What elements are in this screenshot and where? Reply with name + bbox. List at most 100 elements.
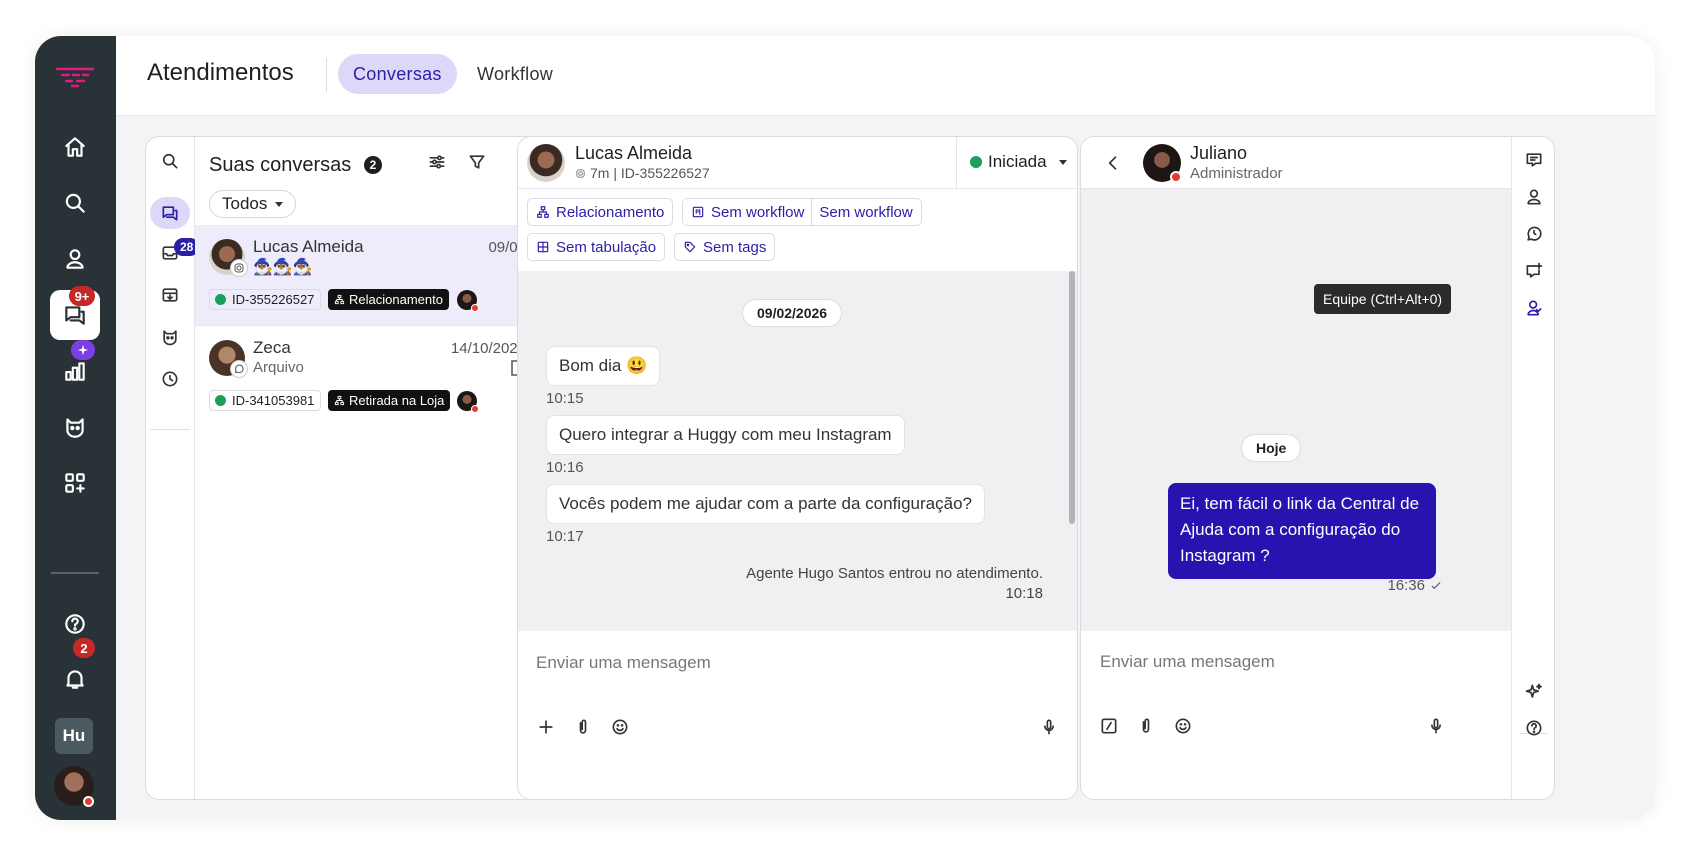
workflow-label: Relacionamento (349, 292, 443, 307)
emoji-button[interactable] (608, 715, 632, 739)
app-window: 9+ 2 Hu Atendimentos Conversas Workflow … (35, 36, 1655, 820)
strip-archive-button[interactable] (150, 279, 190, 311)
table-icon (537, 241, 549, 253)
instagram-icon (230, 259, 248, 277)
agent-status-dot (471, 304, 479, 312)
tag-divider (811, 199, 813, 225)
ai-assistant-button[interactable] (1521, 679, 1547, 705)
slash-command-button[interactable] (1097, 714, 1121, 738)
workflow-tag-label: Sem workflow (711, 203, 805, 221)
workflow-label: Retirada na Loja (349, 393, 445, 408)
strip-bot-button[interactable] (150, 321, 190, 353)
voice-button[interactable] (1037, 715, 1061, 739)
emoji-button[interactable] (1171, 714, 1195, 738)
microphone-icon (1431, 718, 1441, 734)
strip-search-button[interactable] (150, 145, 190, 177)
back-button[interactable] (1100, 150, 1126, 176)
check-icon (1431, 581, 1441, 589)
attach-button[interactable] (571, 715, 595, 739)
attach-button[interactable] (1134, 714, 1158, 738)
agent-role: Administrador (1190, 165, 1283, 182)
conversation-name: Zeca (253, 338, 291, 357)
status-select[interactable]: Iniciada (970, 152, 1067, 172)
kanban-icon (692, 206, 704, 218)
sparkle-badge (71, 340, 95, 360)
settings-filter-button[interactable] (424, 149, 450, 175)
bot-icon (163, 330, 177, 346)
notes-icon (1526, 153, 1542, 167)
strip-my-conversations-button[interactable] (150, 197, 190, 229)
message-time: 10:15 (546, 390, 584, 407)
apps-icon (65, 473, 85, 493)
message-time: 10:16 (546, 459, 584, 476)
conversation-id-chip: ID-355226527 (209, 289, 322, 310)
filter-select-value: Todos (222, 194, 268, 213)
bell-icon (66, 670, 84, 689)
system-note-time: 10:18 (1005, 585, 1043, 602)
sparkles-icon (1525, 683, 1542, 698)
status-dot (970, 156, 982, 168)
relationship-tag[interactable]: Relacionamento (527, 198, 674, 226)
team-tooltip: Equipe (Ctrl+Alt+0) (1314, 284, 1452, 314)
new-chat-button[interactable] (1521, 258, 1547, 284)
chevron-down-icon (1058, 159, 1067, 165)
workflow-stage-label[interactable]: Sem workflow (819, 204, 912, 221)
internal-chat-header: Juliano Administrador (1081, 137, 1511, 189)
top-bar: Atendimentos Conversas Workflow (116, 36, 1655, 116)
contact-info-button[interactable] (1521, 184, 1547, 210)
help-button[interactable] (1521, 715, 1547, 741)
team-button[interactable] (1521, 295, 1547, 321)
conversations-title: Suas conversas (209, 154, 352, 176)
chat-panel: Lucas Almeida 7m | ID-355226527 Iniciada… (517, 136, 1078, 800)
date-divider: Hoje (1241, 434, 1302, 462)
rail-contacts-button[interactable] (50, 234, 100, 284)
workspace-avatar[interactable]: Hu (55, 718, 93, 754)
plus-icon (539, 720, 553, 734)
conversation-name: Lucas Almeida (253, 237, 364, 256)
conversation-item-lucas[interactable]: Lucas Almeida 🧙🏾‍♂️🧙🏾‍♂️🧙🏾‍♂️ 09/02 ID-3… (195, 225, 538, 325)
rail-home-button[interactable] (50, 122, 100, 172)
conversation-id: ID-341053981 (232, 393, 315, 408)
chat-header: Lucas Almeida 7m | ID-355226527 Iniciada (518, 137, 1077, 189)
sparkle-icon (77, 344, 89, 356)
hierarchy-icon (334, 395, 345, 406)
chart-icon (65, 362, 85, 381)
voice-button[interactable] (1424, 714, 1448, 738)
strip-divider (150, 429, 190, 430)
chat-scrollbar[interactable] (1069, 271, 1075, 524)
home-icon (65, 137, 85, 157)
microphone-icon (1044, 719, 1054, 735)
conversation-filter-select[interactable]: Todos (209, 190, 297, 218)
main-area: Atendimentos Conversas Workflow 28 Suas … (116, 36, 1655, 820)
internal-message-input[interactable]: Enviar uma mensagem (1100, 652, 1275, 672)
workflow-tag[interactable]: Sem workflow Sem workflow (682, 198, 922, 226)
message-input[interactable]: Enviar uma mensagem (536, 653, 711, 673)
sent-message-bubble: Ei, tem fácil o link da Central de Ajuda… (1168, 483, 1436, 579)
conversation-item-zeca[interactable]: Zeca Arquivo 14/10/2025 ID-341053981 Ret… (195, 326, 538, 426)
hierarchy-icon (334, 294, 345, 305)
rail-notifications-button[interactable] (50, 654, 100, 704)
strip-history-button[interactable] (150, 363, 190, 395)
filter-button[interactable] (464, 149, 490, 175)
message-bubble: Vocês podem me ajudar com a parte da con… (546, 484, 985, 524)
notes-button[interactable] (1521, 147, 1547, 173)
hierarchy-icon (537, 206, 549, 218)
rail-search-button[interactable] (50, 178, 100, 228)
tab-workflow[interactable]: Workflow (462, 54, 568, 94)
contact-avatar (527, 144, 565, 182)
sent-message-time: 16:36 (1387, 577, 1425, 594)
status-divider (956, 137, 957, 189)
rail-apps-button[interactable] (50, 458, 100, 508)
status-dot (215, 294, 226, 305)
tabulation-tag-label: Sem tabulação (556, 238, 657, 256)
chat-history-icon (1527, 226, 1542, 241)
rail-divider (51, 572, 99, 574)
add-button[interactable] (534, 715, 558, 739)
history-button[interactable] (1521, 221, 1547, 247)
archive-icon (162, 288, 178, 302)
rail-bot-button[interactable] (50, 402, 100, 452)
agent-status-dot (471, 405, 479, 413)
tags-tag[interactable]: Sem tags (674, 233, 776, 261)
tab-conversas[interactable]: Conversas (338, 54, 457, 94)
tabulation-tag[interactable]: Sem tabulação (527, 233, 666, 261)
